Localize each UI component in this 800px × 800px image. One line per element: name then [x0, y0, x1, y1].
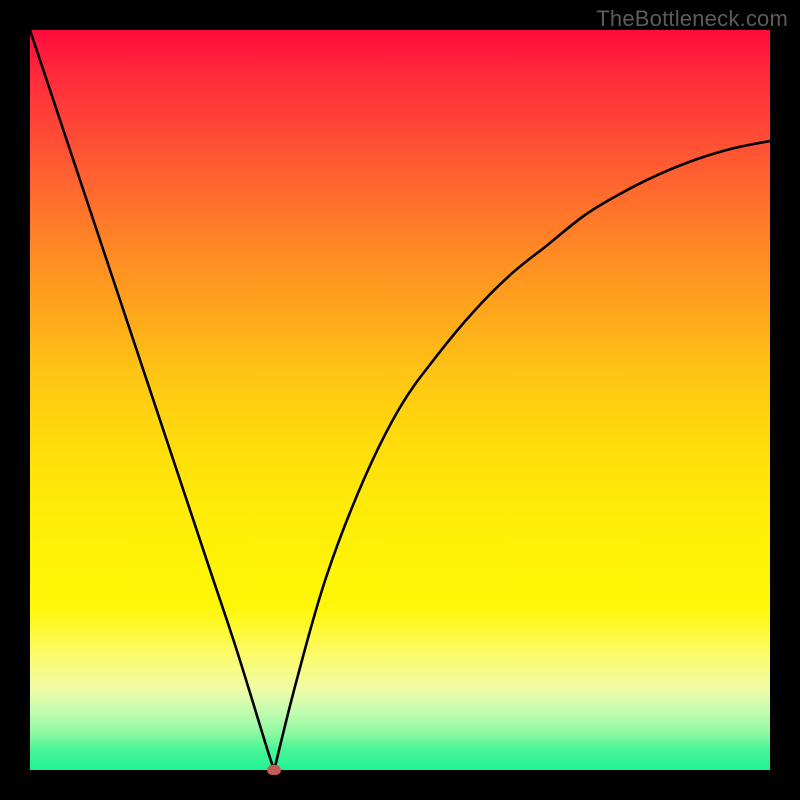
optimal-point-marker — [267, 765, 281, 775]
bottleneck-curve — [30, 30, 770, 770]
curve-path — [30, 30, 770, 770]
chart-frame: TheBottleneck.com — [0, 0, 800, 800]
plot-area — [30, 30, 770, 770]
watermark-text: TheBottleneck.com — [596, 6, 788, 32]
